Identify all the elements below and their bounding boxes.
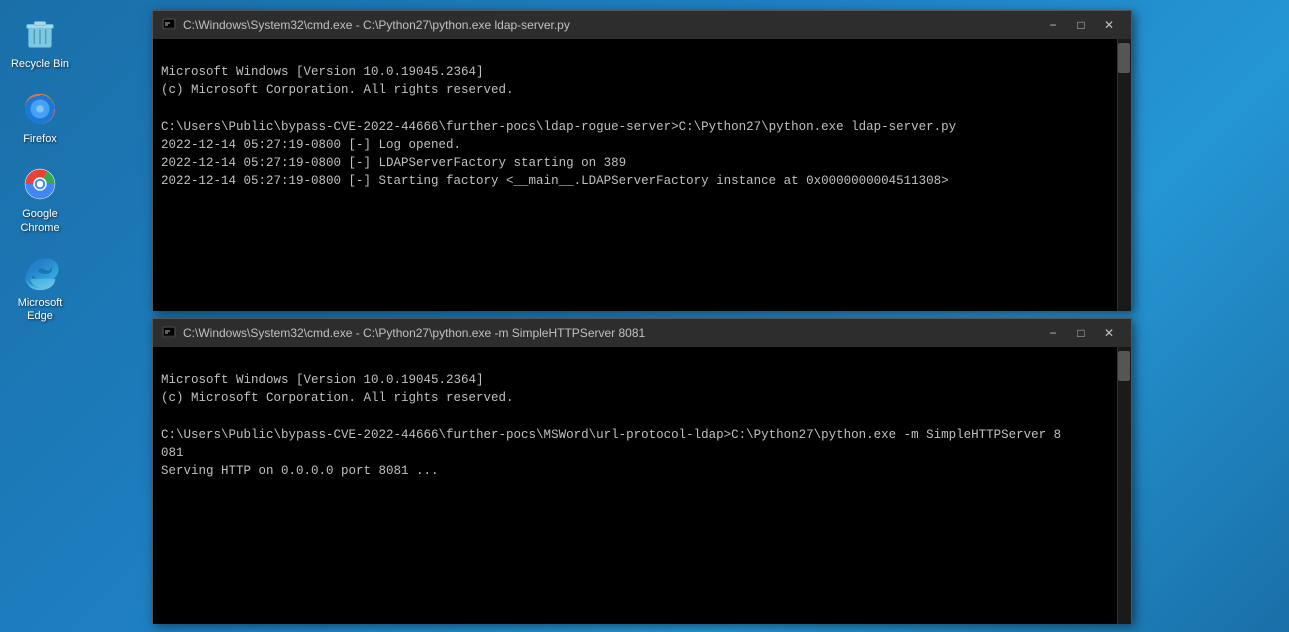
firefox-icon [20,89,60,129]
cmd-scrollbar-ldap[interactable] [1117,39,1131,311]
cmd-icon-http [161,325,177,341]
cmd-titlebar-ldap[interactable]: C:\Windows\System32\cmd.exe - C:\Python2… [153,11,1131,39]
edge-label: Microsoft Edge [10,297,70,323]
recycle-bin-icon [20,14,60,54]
desktop-icon-edge[interactable]: Microsoft Edge [6,249,74,327]
recycle-bin-label: Recycle Bin [11,58,69,71]
cmd-scrollbar-thumb-ldap[interactable] [1118,43,1130,73]
cmd-body-http: Microsoft Windows [Version 10.0.19045.23… [153,347,1117,624]
cmd-body-ldap: Microsoft Windows [Version 10.0.19045.23… [153,39,1117,311]
cmd-window-http: C:\Windows\System32\cmd.exe - C:\Python2… [152,318,1132,623]
cmd-scrollbar-http[interactable] [1117,347,1131,624]
close-button-http[interactable]: ✕ [1095,323,1123,343]
cmd-line-http-1: Microsoft Windows [Version 10.0.19045.23… [161,373,1061,478]
desktop-icon-chrome[interactable]: Google Chrome [6,160,74,238]
minimize-button-ldap[interactable]: − [1039,15,1067,35]
close-button-ldap[interactable]: ✕ [1095,15,1123,35]
cmd-titlebar-http[interactable]: C:\Windows\System32\cmd.exe - C:\Python2… [153,319,1131,347]
firefox-label: Firefox [23,133,57,146]
cmd-line-1: Microsoft Windows [Version 10.0.19045.23… [161,65,956,188]
cmd-icon-ldap [161,17,177,33]
minimize-button-http[interactable]: − [1039,323,1067,343]
desktop-icon-area: Recycle Bin Firefox [0,0,80,632]
chrome-label: Google Chrome [10,208,70,234]
edge-icon [20,253,60,293]
maximize-button-http[interactable]: □ [1067,323,1095,343]
maximize-button-ldap[interactable]: □ [1067,15,1095,35]
chrome-icon [20,164,60,204]
cmd-title-http: C:\Windows\System32\cmd.exe - C:\Python2… [183,326,1031,340]
cmd-title-ldap: C:\Windows\System32\cmd.exe - C:\Python2… [183,18,1031,32]
desktop-icon-firefox[interactable]: Firefox [6,85,74,150]
cmd-controls-ldap: − □ ✕ [1039,15,1123,35]
cmd-window-ldap: C:\Windows\System32\cmd.exe - C:\Python2… [152,10,1132,310]
desktop-icon-recycle-bin[interactable]: Recycle Bin [6,10,74,75]
cmd-controls-http: − □ ✕ [1039,323,1123,343]
cmd-scrollbar-thumb-http[interactable] [1118,351,1130,381]
